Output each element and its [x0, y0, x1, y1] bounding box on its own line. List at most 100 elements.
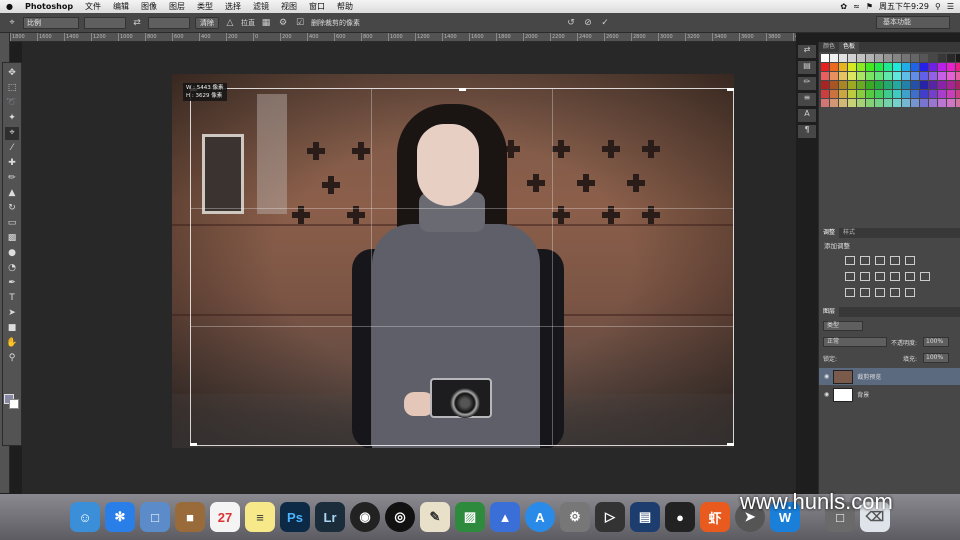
- lasso-icon[interactable]: ➰: [5, 97, 19, 110]
- swatch-cell[interactable]: [857, 81, 865, 89]
- magic-wand-icon[interactable]: ✦: [5, 112, 19, 125]
- properties-panel-icon[interactable]: ▤: [798, 61, 816, 74]
- swatch-cell[interactable]: [920, 90, 928, 98]
- brush-panel-icon[interactable]: ✏: [798, 77, 816, 90]
- swatch-cell[interactable]: [893, 63, 901, 71]
- gradient-map-icon[interactable]: [890, 288, 900, 297]
- numbers-icon[interactable]: ▨: [455, 502, 485, 532]
- checkbox-icon[interactable]: ☑: [294, 18, 306, 28]
- contacts-icon[interactable]: ■: [175, 502, 205, 532]
- preview-icon[interactable]: □: [140, 502, 170, 532]
- swatch-cell[interactable]: [875, 99, 883, 107]
- levels-icon[interactable]: [860, 256, 870, 265]
- swatch-cell[interactable]: [893, 54, 901, 62]
- lightroom-icon[interactable]: Lr: [315, 502, 345, 532]
- app-menu[interactable]: Photoshop: [19, 2, 79, 11]
- brightness-icon[interactable]: [845, 256, 855, 265]
- swatch-cell[interactable]: [830, 54, 838, 62]
- swatch-cell[interactable]: [884, 54, 892, 62]
- delete-cropped-label[interactable]: 删除裁剪的像素: [311, 18, 360, 28]
- vibrance-icon[interactable]: [905, 256, 915, 265]
- crop-frame[interactable]: [190, 88, 734, 446]
- swatch-cell[interactable]: [902, 54, 910, 62]
- swatch-cell[interactable]: [857, 90, 865, 98]
- eyedropper-icon[interactable]: ⁄: [5, 142, 19, 155]
- swatch-cell[interactable]: [830, 72, 838, 80]
- swatch-cell[interactable]: [938, 54, 946, 62]
- posterize-icon[interactable]: [860, 288, 870, 297]
- swatch-cell[interactable]: [902, 90, 910, 98]
- wifi-icon[interactable]: ≈: [853, 2, 860, 11]
- balance-icon[interactable]: [860, 272, 870, 281]
- ratio-select[interactable]: 比例: [23, 16, 79, 29]
- swatch-cell[interactable]: [839, 63, 847, 71]
- swatch-cell[interactable]: [875, 81, 883, 89]
- marquee-icon[interactable]: ⬚: [5, 82, 19, 95]
- swatch-cell[interactable]: [821, 54, 829, 62]
- app-store-icon[interactable]: A: [525, 502, 555, 532]
- swatch-cell[interactable]: [839, 54, 847, 62]
- hue-icon[interactable]: [845, 272, 855, 281]
- swatch-cell[interactable]: [857, 63, 865, 71]
- swatch-cell[interactable]: [848, 63, 856, 71]
- swatch-cell[interactable]: [848, 90, 856, 98]
- swatch-cell[interactable]: [911, 72, 919, 80]
- photo-filter-icon[interactable]: [890, 272, 900, 281]
- swatch-cell[interactable]: [902, 72, 910, 80]
- swatch-cell[interactable]: [956, 99, 960, 107]
- swatch-cell[interactable]: [848, 81, 856, 89]
- swatch-cell[interactable]: [902, 63, 910, 71]
- swatch-cell[interactable]: [866, 54, 874, 62]
- layer-name[interactable]: 裁剪预览: [857, 372, 881, 381]
- notes-icon[interactable]: ≡: [245, 502, 275, 532]
- height-input[interactable]: [148, 16, 190, 29]
- crop-handle[interactable]: [190, 443, 197, 446]
- swatch-cell[interactable]: [830, 90, 838, 98]
- search-icon[interactable]: ⚲: [935, 2, 941, 11]
- menu-type[interactable]: 类型: [191, 1, 219, 12]
- swatch-cell[interactable]: [875, 54, 883, 62]
- menu-file[interactable]: 文件: [79, 1, 107, 12]
- swatch-cell[interactable]: [848, 99, 856, 107]
- path-select-icon[interactable]: ➤: [5, 307, 19, 320]
- swatch-cell[interactable]: [866, 90, 874, 98]
- layer-row[interactable]: ◉ 裁剪预览: [819, 368, 960, 385]
- curves-icon[interactable]: [875, 256, 885, 265]
- crop-handle[interactable]: [459, 88, 466, 91]
- width-input[interactable]: [84, 16, 126, 29]
- swatch-cell[interactable]: [956, 54, 960, 62]
- swatch-cell[interactable]: [929, 72, 937, 80]
- swatch-cell[interactable]: [884, 63, 892, 71]
- menu-edit[interactable]: 编辑: [107, 1, 135, 12]
- mixer-icon[interactable]: [905, 272, 915, 281]
- character-panel-icon[interactable]: A: [798, 109, 816, 122]
- swatch-cell[interactable]: [911, 63, 919, 71]
- swatch-cell[interactable]: [956, 90, 960, 98]
- swatch-cell[interactable]: [884, 72, 892, 80]
- swatch-cell[interactable]: [848, 54, 856, 62]
- swatch-cell[interactable]: [938, 81, 946, 89]
- swatch-cell[interactable]: [929, 99, 937, 107]
- menu-filter[interactable]: 滤镜: [247, 1, 275, 12]
- swatch-cell[interactable]: [830, 99, 838, 107]
- swatch-cell[interactable]: [884, 81, 892, 89]
- xiami-icon[interactable]: 虾: [700, 502, 730, 532]
- zoom-icon[interactable]: ⚲: [5, 352, 19, 365]
- grid-overlay-icon[interactable]: ▦: [260, 18, 272, 28]
- menu-help[interactable]: 帮助: [331, 1, 359, 12]
- swatch-cell[interactable]: [893, 81, 901, 89]
- final-cut-icon[interactable]: ▷: [595, 502, 625, 532]
- eraser-icon[interactable]: ▭: [5, 217, 19, 230]
- photoshop-icon[interactable]: Ps: [280, 502, 310, 532]
- swatch-cell[interactable]: [839, 90, 847, 98]
- swatch-cell[interactable]: [938, 72, 946, 80]
- workspace-select[interactable]: 基本功能: [876, 16, 950, 29]
- swatch-cell[interactable]: [920, 81, 928, 89]
- clock[interactable]: 周五下午9:29: [879, 1, 929, 12]
- swatch-cell[interactable]: [956, 72, 960, 80]
- eye-icon[interactable]: ◉: [824, 391, 829, 398]
- swatch-cell[interactable]: [848, 72, 856, 80]
- swatch-cell[interactable]: [947, 90, 955, 98]
- layer-filter-select[interactable]: 类型: [823, 321, 863, 331]
- swatch-cell[interactable]: [893, 99, 901, 107]
